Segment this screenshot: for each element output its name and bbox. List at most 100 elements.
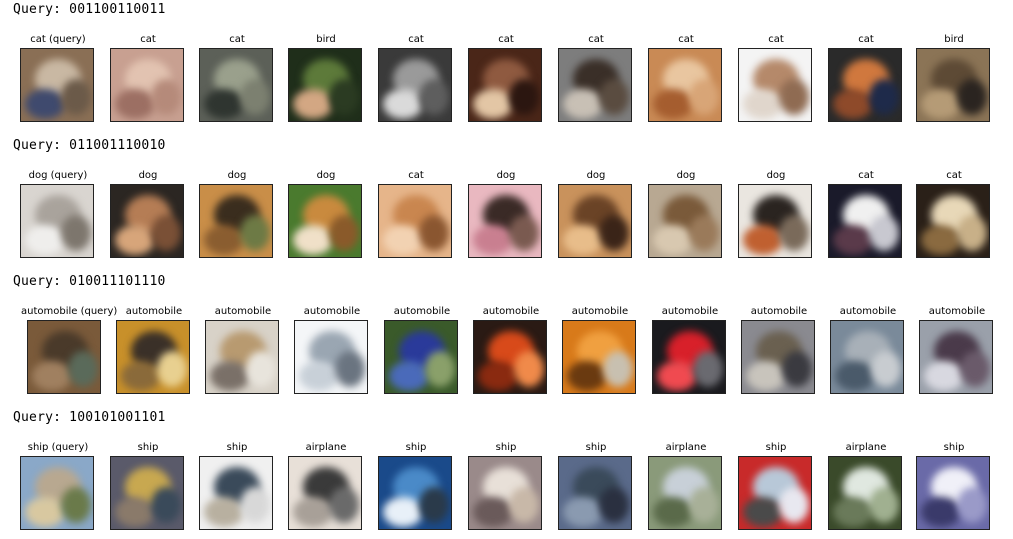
thumbnail-shape (833, 225, 873, 255)
image-class-label: automobile (750, 306, 808, 317)
thumbnail-shape (779, 215, 809, 251)
thumbnail-image (468, 48, 542, 122)
image-class-label: automobile (125, 306, 183, 317)
thumbnail-image (288, 456, 362, 530)
thumbnail-shape (743, 497, 783, 527)
thumbnail-shape (653, 225, 693, 255)
image-class-label: automobile (661, 306, 719, 317)
thumbnail-shape (335, 351, 365, 387)
thumbnail-shape (921, 89, 961, 119)
thumbnail-shape (782, 351, 812, 387)
thumbnail-shape (689, 215, 719, 251)
image-class-label: ship (765, 442, 787, 453)
thumbnail-image (384, 320, 458, 394)
image-class-label: airplane (665, 442, 707, 453)
thumbnail-shape (869, 215, 899, 251)
thumbnail-image (916, 48, 990, 122)
thumbnail-shape (61, 215, 91, 251)
thumbnail-image (110, 456, 184, 530)
thumbnail-shape (689, 487, 719, 523)
thumbnail-image (919, 320, 993, 394)
thumbnail-shape (833, 89, 873, 119)
thumbnail-image (916, 184, 990, 258)
thumbnail-image (562, 320, 636, 394)
thumbnail-shape (473, 225, 513, 255)
image-class-label: bird (944, 34, 964, 45)
image-class-label: dog (query) (28, 170, 88, 181)
image-class-label: cat (768, 34, 784, 45)
thumbnail-shape (693, 351, 723, 387)
image-class-label: ship (405, 442, 427, 453)
thumbnail-image (741, 320, 815, 394)
thumbnail-image (199, 184, 273, 258)
image-class-label: cat (678, 34, 694, 45)
image-class-label: ship (query) (27, 442, 89, 453)
image-class-label: cat (query) (30, 34, 86, 45)
image-class-label: dog (496, 170, 516, 181)
thumbnail-image (110, 184, 184, 258)
thumbnail-shape (509, 79, 539, 115)
thumbnail-shape (599, 215, 629, 251)
image-class-label: cat (408, 170, 424, 181)
thumbnail-shape (779, 79, 809, 115)
image-class-label: dog (316, 170, 336, 181)
thumbnail-shape (329, 487, 359, 523)
thumbnail-shape (61, 79, 91, 115)
image-class-label: ship (495, 442, 517, 453)
thumbnail-shape (921, 225, 961, 255)
thumbnail-shape (32, 361, 72, 391)
image-class-label: automobile (214, 306, 272, 317)
thumbnail-shape (115, 497, 155, 527)
thumbnail-shape (151, 215, 181, 251)
thumbnail-image (110, 48, 184, 122)
thumbnail-shape (653, 497, 693, 527)
thumbnail-shape (960, 351, 990, 387)
thumbnail-shape (425, 351, 455, 387)
thumbnail-shape (25, 497, 65, 527)
thumbnail-image (648, 48, 722, 122)
thumbnail-image (828, 48, 902, 122)
thumbnail-shape (389, 361, 429, 391)
thumbnail-shape (567, 361, 607, 391)
thumbnail-image (199, 456, 273, 530)
thumbnail-shape (509, 487, 539, 523)
thumbnail-image (20, 184, 94, 258)
image-class-label: cat (229, 34, 245, 45)
thumbnail-shape (478, 361, 518, 391)
thumbnail-shape (419, 215, 449, 251)
image-class-label: dog (766, 170, 786, 181)
thumbnail-shape (157, 351, 187, 387)
query-heading: Query: 011001110010 (13, 138, 166, 153)
thumbnail-image (288, 48, 362, 122)
image-class-label: cat (588, 34, 604, 45)
thumbnail-shape (293, 497, 333, 527)
thumbnail-shape (25, 89, 65, 119)
thumbnail-shape (473, 89, 513, 119)
thumbnail-shape (204, 89, 244, 119)
thumbnail-shape (603, 351, 633, 387)
thumbnail-image (830, 320, 904, 394)
thumbnail-shape (293, 89, 333, 119)
thumbnail-shape (743, 225, 783, 255)
thumbnail-image (27, 320, 101, 394)
thumbnail-shape (210, 361, 250, 391)
thumbnail-image (468, 456, 542, 530)
thumbnail-image (378, 184, 452, 258)
query-heading: Query: 100101001101 (13, 410, 166, 425)
thumbnail-shape (599, 79, 629, 115)
thumbnail-shape (514, 351, 544, 387)
thumbnail-shape (869, 79, 899, 115)
thumbnail-image (558, 456, 632, 530)
thumbnail-shape (329, 79, 359, 115)
thumbnail-image (648, 184, 722, 258)
thumbnail-shape (869, 487, 899, 523)
image-class-label: cat (498, 34, 514, 45)
thumbnail-shape (743, 89, 783, 119)
thumbnail-shape (833, 497, 873, 527)
thumbnail-image (199, 48, 273, 122)
thumbnail-image (738, 456, 812, 530)
thumbnail-image (205, 320, 279, 394)
image-class-label: automobile (928, 306, 986, 317)
thumbnail-shape (689, 79, 719, 115)
image-class-label: ship (226, 442, 248, 453)
